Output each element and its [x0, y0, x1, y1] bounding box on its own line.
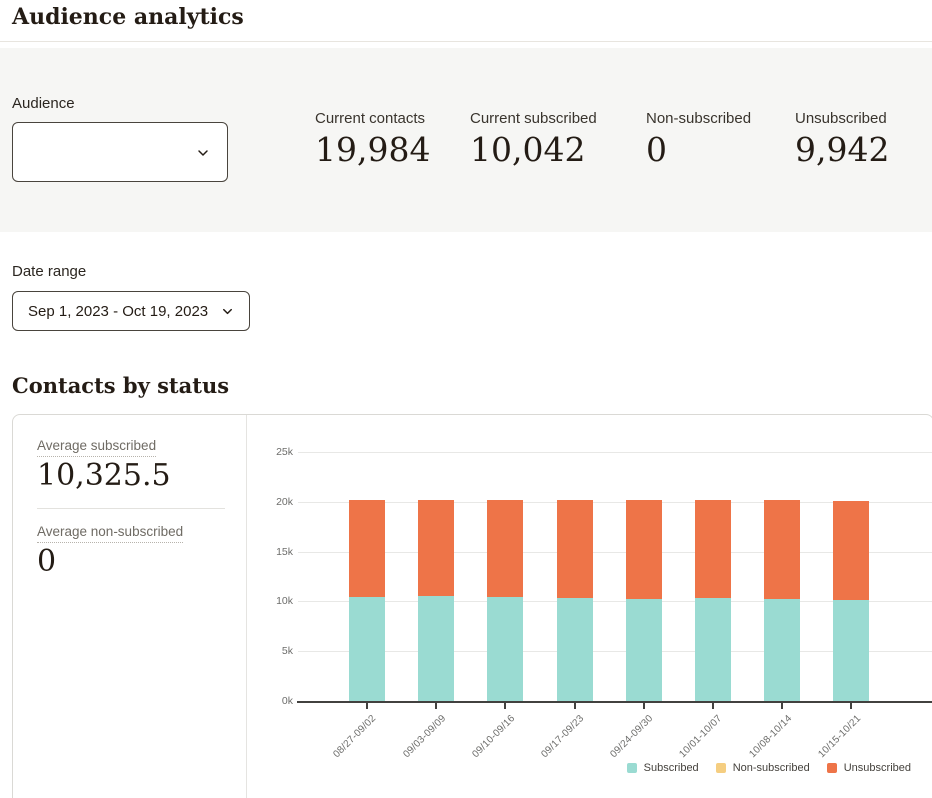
- x-axis-tick: [712, 703, 714, 709]
- audience-field-label: Audience: [12, 95, 75, 112]
- y-axis-tick-label: 10k: [249, 595, 293, 607]
- chart-legend: Subscribed Non-subscribed Unsubscribed: [627, 762, 911, 774]
- date-range-label: Date range: [12, 263, 86, 280]
- y-axis-tick-label: 15k: [249, 546, 293, 558]
- bar-segment-subscribed-09/24-09/30: [626, 599, 662, 701]
- bar-segment-subscribed-09/17-09/23: [557, 598, 593, 701]
- gridline-25k: [298, 452, 932, 453]
- bar-segment-subscribed-10/15-10/21: [833, 600, 869, 701]
- stat-current-subscribed: Current subscribed 10,042: [470, 110, 597, 168]
- bar-segment-unsubscribed-10/01-10/07: [695, 500, 731, 598]
- bar-segment-unsubscribed-09/24-09/30: [626, 500, 662, 598]
- x-axis-tick: [574, 703, 576, 709]
- stat-current-contacts: Current contacts 19,984: [315, 110, 430, 168]
- x-axis-tick: [504, 703, 506, 709]
- stat-label: Current contacts: [315, 110, 430, 127]
- x-axis-label-text: 10/15-10/21: [816, 713, 863, 760]
- stat-label: Unsubscribed: [795, 110, 889, 127]
- x-axis-label-text: 09/03-09/09: [401, 713, 448, 760]
- legend-label: Non-subscribed: [733, 762, 810, 774]
- contacts-by-status-card: Average subscribed 10,325.5 Average non-…: [12, 414, 932, 798]
- y-axis-tick-label: 5k: [249, 645, 293, 657]
- chevron-down-icon: [195, 145, 211, 161]
- legend-item-unsubscribed[interactable]: Unsubscribed: [827, 762, 911, 774]
- contacts-by-status-chart: 0k 5k 10k 15k 20k 25k 08/27-09/02 09/03-09/09 09…: [13, 415, 932, 798]
- date-range-value: Sep 1, 2023 - Oct 19, 2023: [28, 303, 208, 320]
- audience-overview-section: Audience Current contacts 19,984 Current…: [0, 48, 932, 232]
- x-axis-line: [297, 701, 932, 703]
- stat-value: 19,984: [315, 132, 430, 168]
- legend-label: Unsubscribed: [844, 762, 911, 774]
- bar-segment-subscribed-10/08-10/14: [764, 599, 800, 701]
- bar-segment-unsubscribed-10/08-10/14: [764, 500, 800, 599]
- page-header: Audience analytics: [0, 0, 932, 42]
- bar-segment-subscribed-09/10-09/16: [487, 597, 523, 701]
- legend-swatch-icon: [716, 763, 726, 773]
- y-axis-tick-label: 20k: [249, 496, 293, 508]
- bar-segment-subscribed-10/01-10/07: [695, 598, 731, 701]
- chevron-down-icon: [220, 304, 235, 319]
- bar-segment-subscribed-08/27-09/02: [349, 597, 385, 701]
- x-axis-tick: [366, 703, 368, 709]
- audience-select[interactable]: [12, 122, 228, 182]
- x-axis-label-text: 08/27-09/02: [332, 713, 379, 760]
- x-axis-tick: [781, 703, 783, 709]
- audience-analytics-page: Audience analytics Audience Current cont…: [0, 0, 932, 798]
- y-axis-tick-label: 0k: [249, 695, 293, 707]
- bar-segment-unsubscribed-09/17-09/23: [557, 500, 593, 598]
- x-axis-tick: [850, 703, 852, 709]
- stat-value: 10,042: [470, 132, 597, 168]
- stat-non-subscribed: Non-subscribed 0: [646, 110, 751, 168]
- legend-item-subscribed[interactable]: Subscribed: [627, 762, 699, 774]
- bar-segment-subscribed-09/03-09/09: [418, 596, 454, 701]
- section-title-contacts-by-status: Contacts by status: [12, 373, 229, 398]
- bar-segment-unsubscribed-08/27-09/02: [349, 500, 385, 597]
- y-axis-tick-label: 25k: [249, 446, 293, 458]
- bar-segment-unsubscribed-09/10-09/16: [487, 500, 523, 597]
- x-axis-label-text: 09/17-09/23: [539, 713, 586, 760]
- legend-label: Subscribed: [644, 762, 699, 774]
- x-axis-label-text: 09/24-09/30: [608, 713, 655, 760]
- legend-item-non-subscribed[interactable]: Non-subscribed: [716, 762, 810, 774]
- x-axis-label-text: 10/08-10/14: [747, 713, 794, 760]
- x-axis-tick: [435, 703, 437, 709]
- stat-unsubscribed: Unsubscribed 9,942: [795, 110, 889, 168]
- x-axis-label-text: 09/10-09/16: [470, 713, 517, 760]
- page-title: Audience analytics: [12, 4, 244, 30]
- stat-label: Non-subscribed: [646, 110, 751, 127]
- stat-label: Current subscribed: [470, 110, 597, 127]
- date-range-select[interactable]: Sep 1, 2023 - Oct 19, 2023: [12, 291, 250, 331]
- stat-value: 0: [646, 132, 751, 168]
- x-axis-label-text: 10/01-10/07: [678, 713, 725, 760]
- stat-value: 9,942: [795, 132, 889, 168]
- legend-swatch-icon: [627, 763, 637, 773]
- bar-segment-unsubscribed-09/03-09/09: [418, 500, 454, 596]
- legend-swatch-icon: [827, 763, 837, 773]
- x-axis-tick: [643, 703, 645, 709]
- bar-segment-unsubscribed-10/15-10/21: [833, 501, 869, 600]
